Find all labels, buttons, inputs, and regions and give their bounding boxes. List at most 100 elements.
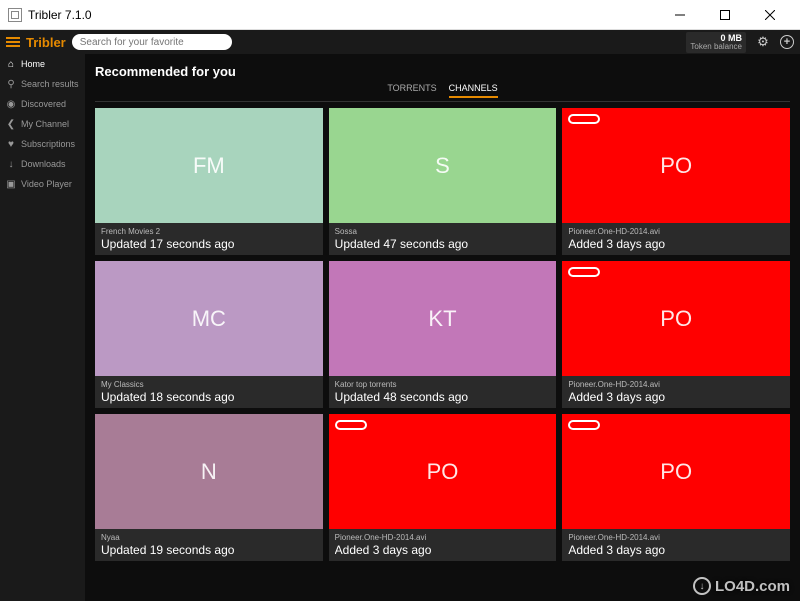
card-info: My ClassicsUpdated 18 seconds ago [95,376,323,408]
card-initials: PO [660,459,692,485]
channel-card[interactable]: KT Kator top torrentsUpdated 48 seconds a… [329,261,557,408]
sidebar-item-label: Video Player [21,179,72,189]
discovered-icon: ◉ [6,99,16,109]
progress-pill-icon [335,420,367,430]
card-title: Sossa [335,227,551,236]
channel-card[interactable]: PO Pioneer.One-HD-2014.aviAdded 3 days ag… [562,108,790,255]
progress-pill-icon [568,267,600,277]
card-subtitle: Added 3 days ago [335,543,551,557]
card-initials: FM [193,153,225,179]
card-thumb: S [329,108,557,223]
download-circle-icon: ↓ [693,577,711,595]
progress-pill-icon [568,114,600,124]
card-info: French Movies 2Updated 17 seconds ago [95,223,323,255]
card-title: Nyaa [101,533,317,542]
card-grid: FMFrench Movies 2Updated 17 seconds agoS… [85,108,800,561]
sidebar-item-search-results[interactable]: ⚲ Search results [0,74,85,94]
sidebar-item-downloads[interactable]: ↓ Downloads [0,154,85,174]
sidebar-item-video-player[interactable]: ▣ Video Player [0,174,85,194]
download-icon: ↓ [6,159,16,169]
card-subtitle: Added 3 days ago [568,543,784,557]
card-initials: KT [428,306,456,332]
section-title: Recommended for you [85,54,800,83]
card-initials: MC [192,306,226,332]
card-subtitle: Added 3 days ago [568,390,784,404]
card-subtitle: Updated 17 seconds ago [101,237,317,251]
window-titlebar: Tribler 7.1.0 [0,0,800,30]
sidebar-item-label: Subscriptions [21,139,75,149]
card-thumb: PO [562,414,790,529]
content: Recommended for you TORRENTSCHANNELS FMF… [85,54,800,601]
sidebar: ⌂ Home ⚲ Search results ◉ Discovered ❮ My Chann… [0,54,85,601]
card-title: Pioneer.One-HD-2014.avi [335,533,551,542]
card-thumb: PO [329,414,557,529]
app-window-icon [8,8,22,22]
token-balance[interactable]: 0 MB Token balance [686,32,746,53]
card-title: French Movies 2 [101,227,317,236]
channel-card[interactable]: PO Pioneer.One-HD-2014.aviAdded 3 days ag… [329,414,557,561]
maximize-button[interactable] [702,0,747,30]
card-thumb: MC [95,261,323,376]
sidebar-item-label: Home [21,59,45,69]
tabs: TORRENTS CHANNELS [95,83,790,102]
home-icon: ⌂ [6,59,16,69]
plus-icon[interactable]: + [780,35,794,49]
card-initials: PO [427,459,459,485]
sidebar-item-label: My Channel [21,119,69,129]
card-initials: PO [660,306,692,332]
card-thumb: PO [562,261,790,376]
sidebar-item-subscriptions[interactable]: ♥ Subscriptions [0,134,85,154]
card-title: Pioneer.One-HD-2014.avi [568,380,784,389]
card-initials: S [435,153,450,179]
card-title: Pioneer.One-HD-2014.avi [568,227,784,236]
card-subtitle: Updated 19 seconds ago [101,543,317,557]
search-icon: ⚲ [6,79,16,89]
card-initials: PO [660,153,692,179]
card-title: My Classics [101,380,317,389]
card-subtitle: Updated 48 seconds ago [335,390,551,404]
sidebar-item-label: Downloads [21,159,66,169]
channel-card[interactable]: PO Pioneer.One-HD-2014.aviAdded 3 days ag… [562,414,790,561]
watermark: ↓ LO4D.com [693,577,790,595]
card-subtitle: Added 3 days ago [568,237,784,251]
sidebar-item-label: Discovered [21,99,66,109]
minimize-button[interactable] [657,0,702,30]
sidebar-item-discovered[interactable]: ◉ Discovered [0,94,85,114]
progress-pill-icon [568,420,600,430]
share-icon: ❮ [6,119,16,129]
app-header: Tribler 0 MB Token balance ⚙ + [0,30,800,54]
close-button[interactable] [747,0,792,30]
channel-card[interactable]: PO Pioneer.One-HD-2014.aviAdded 3 days ag… [562,261,790,408]
card-info: SossaUpdated 47 seconds ago [329,223,557,255]
card-info: Kator top torrentsUpdated 48 seconds ago [329,376,557,408]
card-subtitle: Updated 18 seconds ago [101,390,317,404]
card-info: Pioneer.One-HD-2014.aviAdded 3 days ago [562,223,790,255]
video-icon: ▣ [6,179,16,189]
card-info: Pioneer.One-HD-2014.aviAdded 3 days ago [562,529,790,561]
window-title: Tribler 7.1.0 [28,8,657,22]
card-initials: N [201,459,217,485]
token-label: Token balance [690,43,742,51]
sidebar-item-home[interactable]: ⌂ Home [0,54,85,74]
channel-card[interactable]: S SossaUpdated 47 seconds ago [329,108,557,255]
sidebar-item-label: Search results [21,79,79,89]
card-info: Pioneer.One-HD-2014.aviAdded 3 days ago [329,529,557,561]
card-info: NyaaUpdated 19 seconds ago [95,529,323,561]
tab-torrents[interactable]: TORRENTS [387,83,436,98]
card-thumb: KT [329,261,557,376]
channel-card[interactable]: MC My ClassicsUpdated 18 seconds ago [95,261,323,408]
gear-icon[interactable]: ⚙ [756,35,770,49]
search-input[interactable] [72,34,232,50]
card-thumb: N [95,414,323,529]
tab-channels[interactable]: CHANNELS [449,83,498,98]
card-thumb: FM [95,108,323,223]
heart-icon: ♥ [6,139,16,149]
sidebar-item-my-channel[interactable]: ❮ My Channel [0,114,85,134]
channel-card[interactable]: N NyaaUpdated 19 seconds ago [95,414,323,561]
card-title: Kator top torrents [335,380,551,389]
card-thumb: PO [562,108,790,223]
hamburger-icon[interactable] [6,37,20,47]
card-title: Pioneer.One-HD-2014.avi [568,533,784,542]
channel-card[interactable]: FM French Movies 2Updated 17 seconds ago [95,108,323,255]
card-subtitle: Updated 47 seconds ago [335,237,551,251]
